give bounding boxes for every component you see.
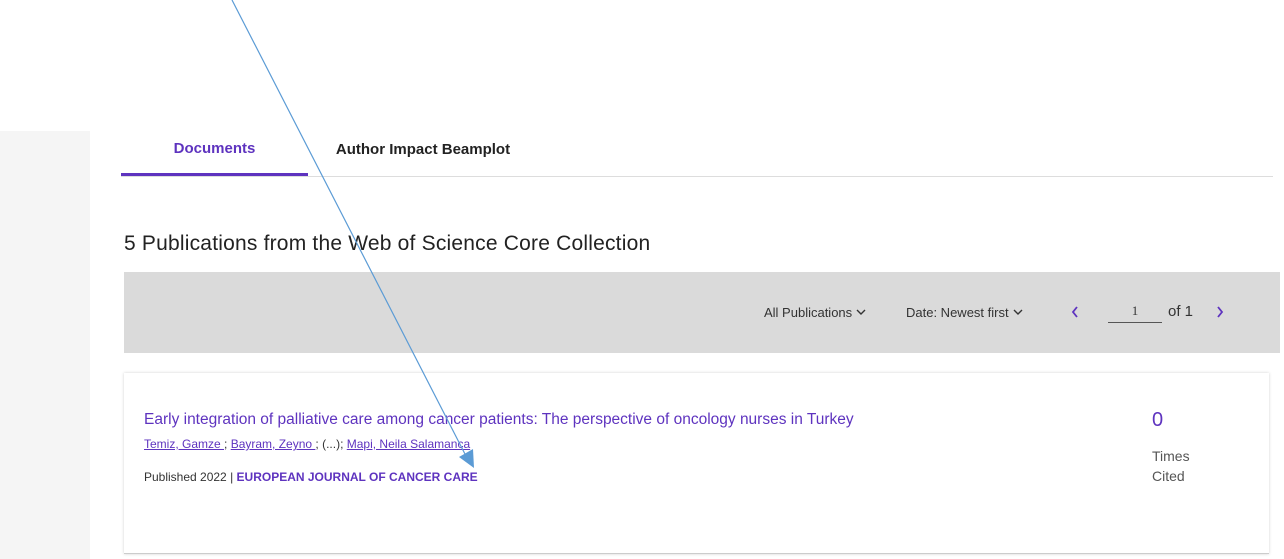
author-list: Temiz, Gamze ; Bayram, Zeyno ; (...); Ma… bbox=[144, 437, 470, 451]
next-page-button[interactable] bbox=[1213, 302, 1227, 322]
page: Documents Author Impact Beamplot 5 Publi… bbox=[0, 0, 1284, 559]
page-title: 5 Publications from the Web of Science C… bbox=[124, 232, 651, 255]
author-separator: ; (...); bbox=[315, 437, 347, 451]
page-number-input[interactable] bbox=[1108, 300, 1162, 323]
result-card: Early integration of palliative care amo… bbox=[124, 373, 1269, 554]
page-count-label: of 1 bbox=[1168, 303, 1194, 320]
tab-bar: Documents Author Impact Beamplot bbox=[121, 124, 1273, 177]
sort-dropdown[interactable]: Date: Newest first bbox=[906, 305, 1023, 320]
times-cited-count[interactable]: 0 bbox=[1152, 409, 1163, 432]
result-title-link[interactable]: Early integration of palliative care amo… bbox=[144, 411, 854, 429]
author-link[interactable]: Bayram, Zeyno bbox=[231, 437, 316, 451]
author-link[interactable]: Temiz, Gamze bbox=[144, 437, 224, 451]
publication-info: Published 2022 | EUROPEAN JOURNAL OF CAN… bbox=[144, 470, 478, 484]
author-link[interactable]: Mapi, Neila Salamanca bbox=[347, 437, 470, 451]
publications-filter-label: All Publications bbox=[764, 305, 853, 320]
left-rail bbox=[0, 131, 90, 559]
times-cited-label: Times Cited bbox=[1152, 446, 1212, 486]
chevron-right-icon bbox=[1217, 306, 1224, 318]
previous-page-button[interactable] bbox=[1068, 302, 1082, 322]
times-cited-label-line1: Times bbox=[1152, 448, 1190, 464]
chevron-left-icon bbox=[1071, 306, 1078, 318]
results-toolbar: All Publications Date: Newest first of 1 bbox=[124, 272, 1280, 353]
tab-documents[interactable]: Documents bbox=[121, 124, 308, 176]
chevron-down-icon bbox=[856, 309, 866, 316]
times-cited-label-line2: Cited bbox=[1152, 468, 1185, 484]
journal-link[interactable]: EUROPEAN JOURNAL OF CANCER CARE bbox=[237, 470, 478, 484]
sort-label: Date: Newest first bbox=[906, 305, 1009, 320]
publications-filter-dropdown[interactable]: All Publications bbox=[764, 305, 866, 320]
tab-author-impact-beamplot[interactable]: Author Impact Beamplot bbox=[308, 124, 538, 175]
author-separator: ; bbox=[224, 437, 228, 451]
published-year: Published 2022 | bbox=[144, 470, 234, 484]
chevron-down-icon bbox=[1013, 309, 1023, 316]
